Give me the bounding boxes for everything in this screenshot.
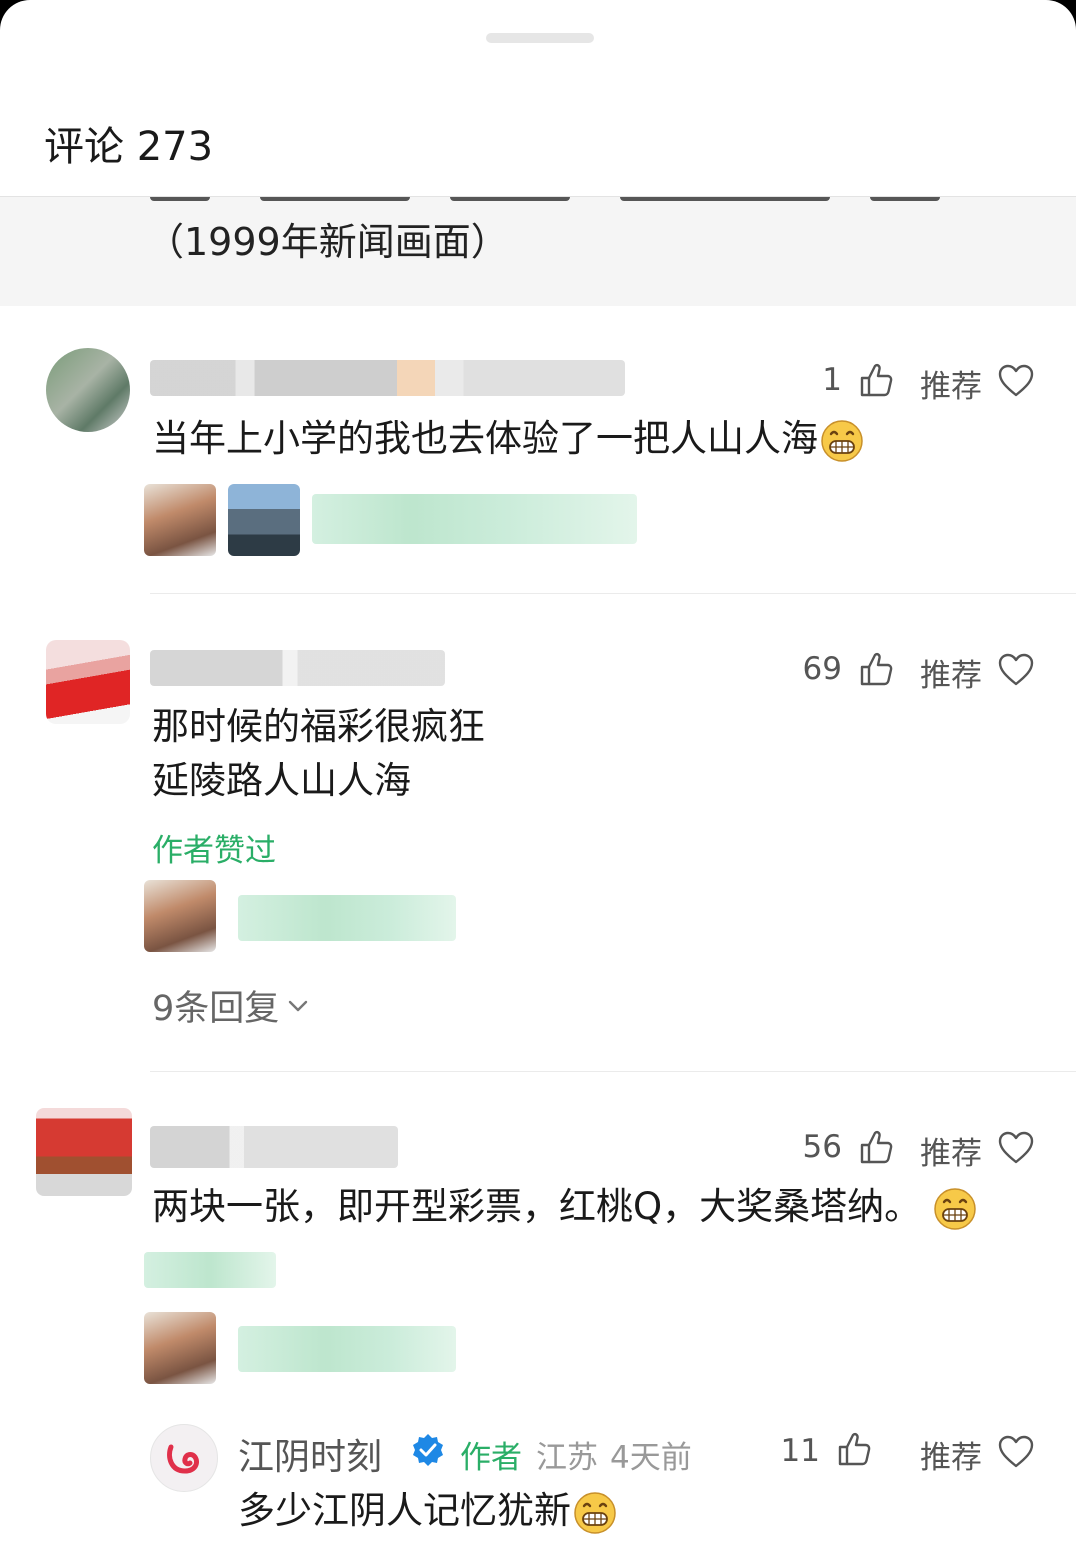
heart-icon[interactable] bbox=[996, 650, 1036, 690]
recommend-label[interactable]: 推荐 bbox=[920, 1128, 982, 1173]
username-blurred[interactable] bbox=[150, 1126, 398, 1168]
heart-icon[interactable] bbox=[996, 1432, 1036, 1472]
drag-handle[interactable] bbox=[486, 33, 594, 43]
view-replies-button[interactable]: 9条回复 bbox=[152, 980, 311, 1031]
verified-badge-icon bbox=[413, 1434, 443, 1466]
recommend-label[interactable]: 推荐 bbox=[920, 1432, 982, 1477]
liker-names-blurred[interactable] bbox=[312, 494, 637, 544]
liker-names-blurred[interactable] bbox=[238, 895, 456, 941]
comment-text-line: 那时候的福彩很疯狂 bbox=[152, 705, 485, 748]
replies-label: 9条回复 bbox=[152, 989, 280, 1029]
liker-avatar[interactable] bbox=[144, 1312, 216, 1384]
liker-avatar[interactable] bbox=[144, 484, 216, 556]
page-title: 评论 273 bbox=[44, 124, 214, 170]
like-count: 69 bbox=[802, 651, 842, 687]
comment-text-line: 延陵路人山人海 bbox=[152, 759, 411, 802]
thumbs-up-icon[interactable] bbox=[856, 649, 896, 689]
thumbs-up-icon[interactable] bbox=[856, 360, 896, 400]
reply-location: 江苏 bbox=[536, 1440, 598, 1476]
username-blurred[interactable] bbox=[150, 650, 445, 686]
author-liked-label: 作者赞过 bbox=[152, 833, 276, 869]
quote-text: （1999年新闻画面） bbox=[146, 220, 509, 264]
reply-author-blurred[interactable] bbox=[144, 1252, 276, 1288]
liker-names-blurred[interactable] bbox=[238, 1326, 456, 1372]
reply-time: 4天前 bbox=[610, 1440, 692, 1476]
thumbs-up-icon[interactable] bbox=[834, 1429, 874, 1469]
comment-divider bbox=[150, 593, 1076, 594]
like-count: 11 bbox=[780, 1433, 820, 1469]
author-avatar[interactable] bbox=[150, 1424, 218, 1492]
recommend-label[interactable]: 推荐 bbox=[920, 361, 982, 406]
comment-text: 两块一张，即开型彩票，红桃Q，大奖桑塔纳。 bbox=[152, 1180, 977, 1234]
grin-emoji-icon bbox=[820, 419, 864, 463]
heart-icon[interactable] bbox=[996, 1128, 1036, 1168]
grin-emoji-icon bbox=[933, 1187, 977, 1231]
avatar[interactable] bbox=[36, 1108, 132, 1196]
username-blurred[interactable] bbox=[150, 360, 625, 396]
quoted-article[interactable]: （1999年新闻画面） bbox=[0, 197, 1076, 306]
grin-emoji-icon bbox=[573, 1491, 617, 1535]
avatar[interactable] bbox=[46, 640, 130, 724]
like-count: 56 bbox=[802, 1129, 842, 1165]
recommend-label[interactable]: 推荐 bbox=[920, 650, 982, 695]
author-tag: 作者 bbox=[460, 1440, 522, 1476]
author-name[interactable]: 江阴时刻 bbox=[238, 1428, 382, 1480]
comment-divider bbox=[150, 1071, 1076, 1072]
brand-logo-icon bbox=[167, 1444, 200, 1474]
reply-text: 多少江阴人记忆犹新 bbox=[238, 1484, 617, 1538]
heart-icon[interactable] bbox=[996, 361, 1036, 401]
comment-text: 当年上小学的我也去体验了一把人山人海 bbox=[152, 412, 864, 466]
comments-sheet: 评论 273 （1999年新闻画面） 1 推荐 当年上小学的我也去体验了一把人山… bbox=[0, 0, 1076, 1557]
chevron-down-icon bbox=[289, 1000, 308, 1011]
liker-avatar[interactable] bbox=[144, 880, 216, 952]
quote-clipped-line bbox=[150, 197, 950, 203]
like-count: 1 bbox=[822, 362, 842, 398]
thumbs-up-icon[interactable] bbox=[856, 1127, 896, 1167]
liker-avatar[interactable] bbox=[228, 484, 300, 556]
avatar[interactable] bbox=[46, 348, 130, 432]
